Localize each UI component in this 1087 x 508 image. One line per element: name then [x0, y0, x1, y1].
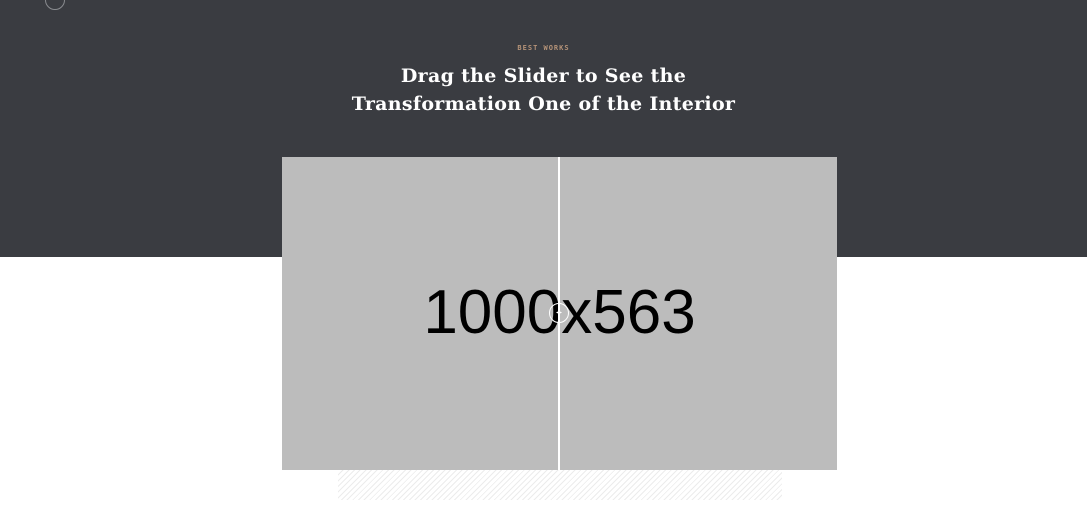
page: BEST WORKS Drag the Slider to See the Tr…: [0, 0, 1087, 508]
before-after-slider[interactable]: 1000x563 ◂▸: [282, 157, 837, 470]
section-heading-line-1: Drag the Slider to See the: [400, 65, 687, 87]
section-eyebrow: BEST WORKS: [517, 44, 570, 52]
section-heading: Drag the Slider to See the Transformatio…: [0, 62, 1087, 118]
section-heading-line-2: Transformation One of the Interior: [351, 93, 736, 115]
decorative-hatch-pattern: [338, 470, 782, 500]
slider-handle[interactable]: ◂▸: [549, 303, 569, 323]
left-right-arrows-icon: ◂▸: [555, 309, 563, 316]
